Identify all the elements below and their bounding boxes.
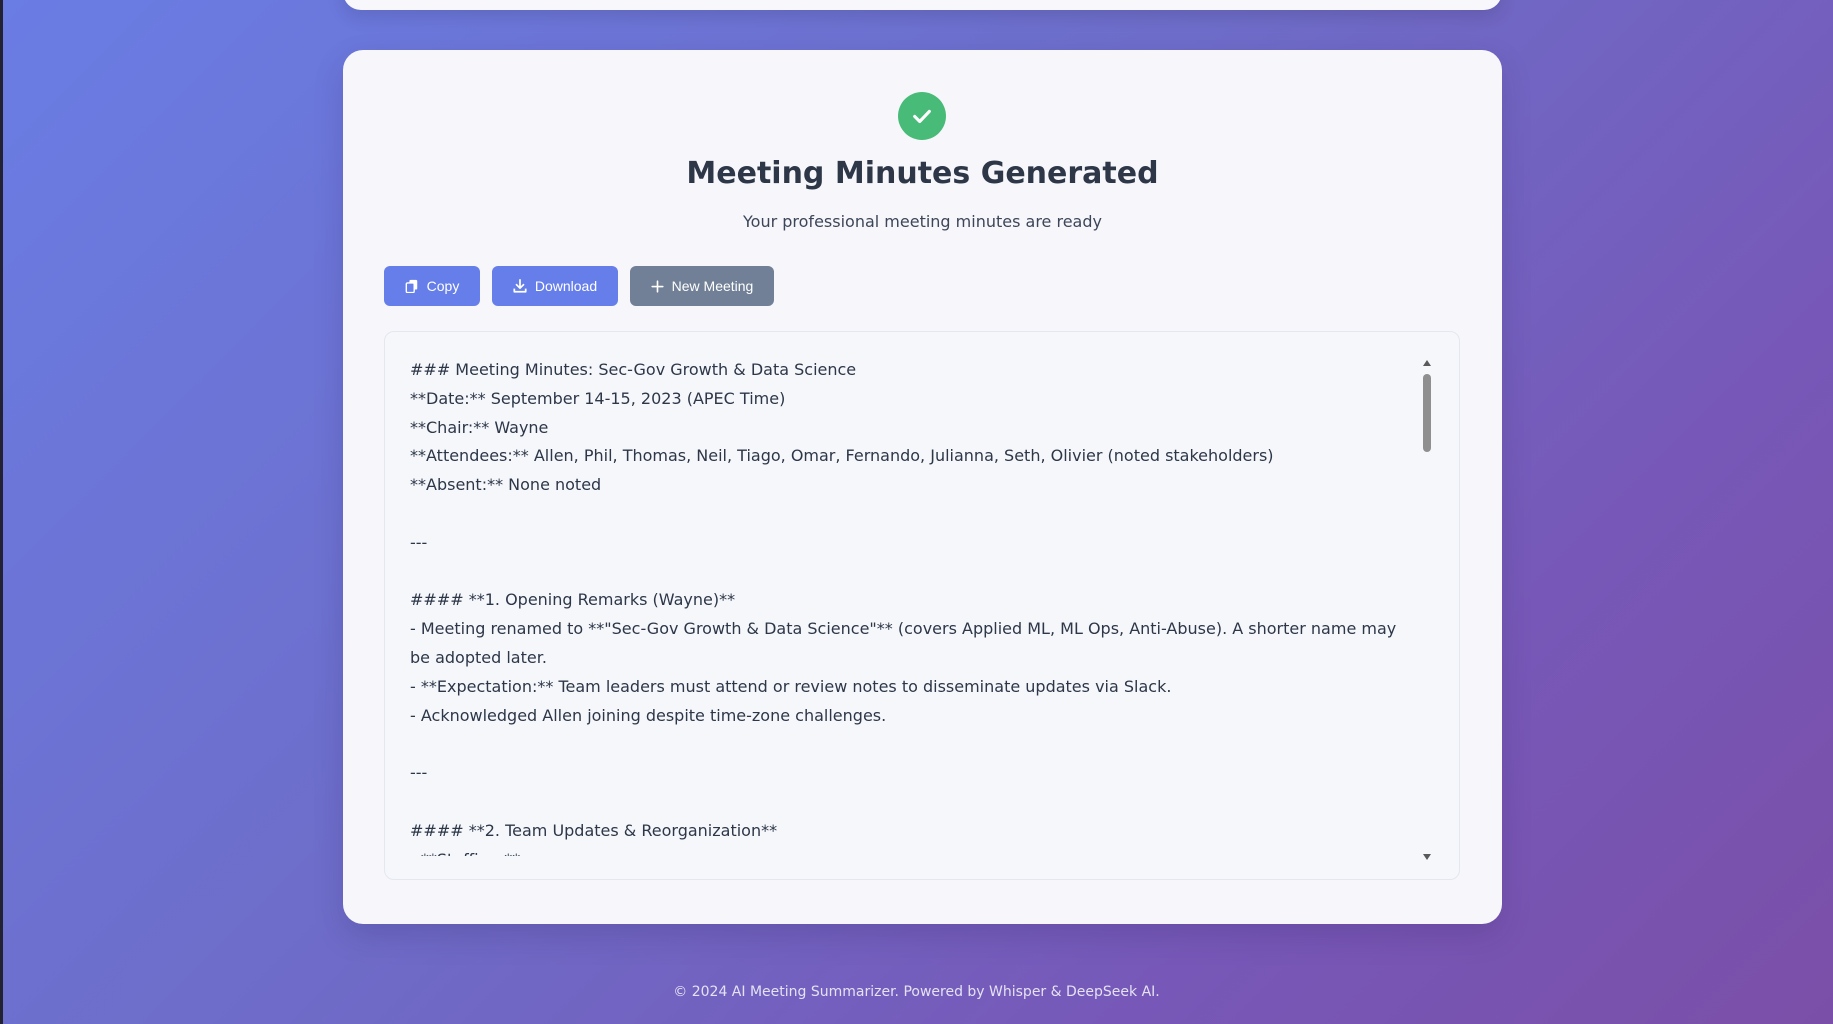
download-button[interactable]: Download — [492, 266, 618, 306]
window-edge — [0, 0, 3, 1024]
result-title: Meeting Minutes Generated — [686, 156, 1159, 191]
download-icon — [513, 279, 527, 293]
check-circle-icon — [898, 92, 946, 140]
plus-icon — [651, 279, 664, 293]
minutes-output[interactable]: ### Meeting Minutes: Sec-Gov Growth & Da… — [384, 331, 1460, 880]
result-card: Meeting Minutes Generated Your professio… — [343, 50, 1502, 924]
scrollbar-thumb[interactable] — [1423, 374, 1431, 452]
minutes-text: ### Meeting Minutes: Sec-Gov Growth & Da… — [410, 360, 1397, 856]
copy-button[interactable]: Copy — [384, 266, 480, 306]
scroll-down-arrow-icon[interactable] — [1423, 854, 1431, 860]
new-meeting-button[interactable]: New Meeting — [630, 266, 774, 306]
action-bar: Copy Download New Meeting — [384, 266, 774, 306]
download-button-label: Download — [534, 278, 598, 294]
minutes-scrollbar[interactable] — [1422, 356, 1432, 862]
previous-card — [343, 0, 1502, 10]
page-footer: © 2024 AI Meeting Summarizer. Powered by… — [673, 984, 1160, 1000]
scroll-up-arrow-icon[interactable] — [1423, 360, 1431, 366]
copy-button-label: Copy — [426, 278, 460, 294]
new-meeting-button-label: New Meeting — [671, 278, 754, 294]
result-subtitle: Your professional meeting minutes are re… — [743, 212, 1102, 231]
copy-icon — [405, 279, 419, 293]
